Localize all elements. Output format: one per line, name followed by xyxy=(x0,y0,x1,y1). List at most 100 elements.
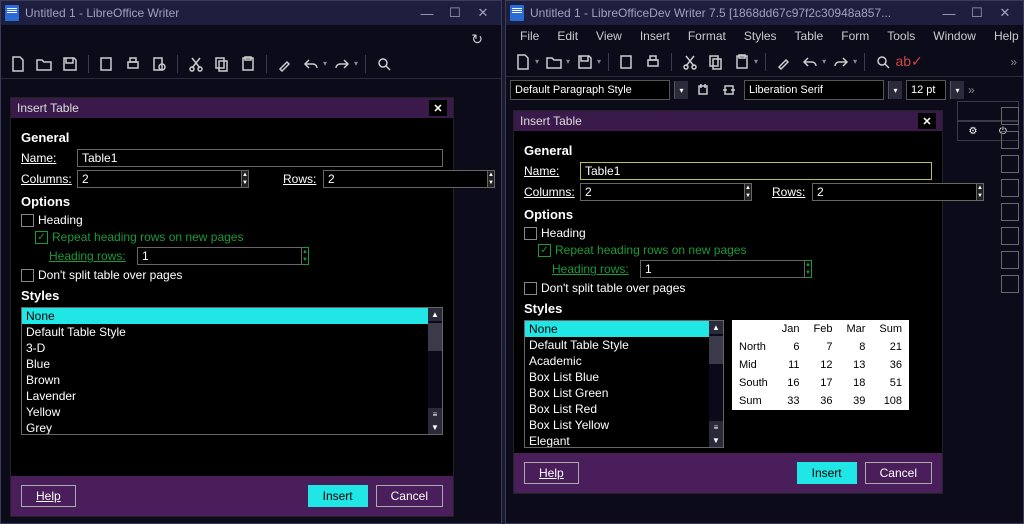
chevron-down-icon[interactable]: ▾ xyxy=(950,81,964,99)
open-icon[interactable] xyxy=(33,53,55,75)
repeat-checkbox[interactable] xyxy=(35,231,48,244)
export-pdf-icon[interactable] xyxy=(96,53,118,75)
insert-button[interactable]: Insert xyxy=(797,462,857,484)
nosplit-checkbox[interactable] xyxy=(524,282,537,295)
heading-rows-spinner[interactable]: ▲▼ xyxy=(805,260,812,278)
scroll-grip-icon[interactable]: ≡ xyxy=(428,408,442,421)
list-item[interactable]: None xyxy=(22,308,428,324)
heading-rows-input[interactable] xyxy=(137,247,302,265)
styles-listbox-left[interactable]: None Default Table Style 3-D Blue Brown … xyxy=(21,307,443,435)
columns-input[interactable] xyxy=(77,170,242,188)
undo-icon[interactable] xyxy=(799,51,821,73)
copy-icon[interactable] xyxy=(211,53,233,75)
menu-format[interactable]: Format xyxy=(680,27,734,45)
help-button[interactable]: Help xyxy=(524,462,579,484)
list-item[interactable]: Yellow xyxy=(22,404,428,420)
find-icon[interactable] xyxy=(373,53,395,75)
rows-spinner[interactable]: ▲▼ xyxy=(977,183,984,201)
open-icon[interactable] xyxy=(543,51,565,73)
menu-file[interactable]: File xyxy=(512,27,547,45)
columns-spinner[interactable]: ▲▼ xyxy=(745,183,752,201)
scroll-grip-icon[interactable]: ≡ xyxy=(709,421,723,434)
list-item[interactable]: Box List Green xyxy=(525,385,709,401)
scroll-down-icon[interactable]: ▼ xyxy=(709,434,723,447)
new-style-icon[interactable] xyxy=(718,79,740,101)
list-item[interactable]: 3-D xyxy=(22,340,428,356)
format-paintbrush-icon[interactable] xyxy=(773,51,795,73)
menu-form[interactable]: Form xyxy=(833,27,877,45)
sidebar-navigator-icon[interactable] xyxy=(1001,179,1019,197)
insert-button[interactable]: Insert xyxy=(308,485,368,507)
print-preview-icon[interactable] xyxy=(148,53,170,75)
save-icon[interactable] xyxy=(574,51,596,73)
maximize-button[interactable]: ☐ xyxy=(441,2,469,24)
list-item[interactable]: Grey xyxy=(22,420,428,434)
undo-dropdown-icon[interactable]: ▾ xyxy=(323,59,327,68)
menu-styles[interactable]: Styles xyxy=(736,27,785,45)
undo-icon[interactable] xyxy=(300,53,322,75)
rows-input[interactable] xyxy=(812,183,977,201)
chevron-down-icon[interactable]: ▾ xyxy=(888,81,902,99)
list-item[interactable]: None xyxy=(525,321,709,337)
menu-view[interactable]: View xyxy=(588,27,630,45)
find-icon[interactable] xyxy=(872,51,894,73)
toolbar-overflow-icon[interactable]: » xyxy=(1010,55,1017,69)
new-doc-icon[interactable] xyxy=(512,51,534,73)
chevron-down-icon[interactable]: ▾ xyxy=(535,57,539,66)
styles-listbox-right[interactable]: None Default Table Style Academic Box Li… xyxy=(524,320,724,448)
maximize-button[interactable]: ☐ xyxy=(963,2,991,24)
paragraph-style-combo[interactable]: Default Paragraph Style xyxy=(510,80,670,100)
columns-spinner[interactable]: ▲▼ xyxy=(242,170,249,188)
cancel-button[interactable]: Cancel xyxy=(865,462,932,484)
scrollbar[interactable]: ▲≡▼ xyxy=(428,308,442,434)
heading-checkbox[interactable] xyxy=(21,214,34,227)
sidebar-styles-icon[interactable] xyxy=(1001,131,1019,149)
chevron-down-icon[interactable]: ▾ xyxy=(597,57,601,66)
help-button[interactable]: Help xyxy=(21,485,76,507)
minimize-button[interactable]: — xyxy=(413,2,441,24)
chevron-down-icon[interactable]: ▾ xyxy=(822,57,826,66)
list-item[interactable]: Box List Red xyxy=(525,401,709,417)
sidebar-inspector-icon[interactable] xyxy=(1001,227,1019,245)
list-item[interactable]: Box List Yellow xyxy=(525,417,709,433)
scroll-up-icon[interactable]: ▲ xyxy=(428,308,442,321)
chevron-down-icon[interactable]: ▾ xyxy=(853,57,857,66)
save-icon[interactable] xyxy=(59,53,81,75)
sidebar-properties-icon[interactable] xyxy=(1001,107,1019,125)
format-paintbrush-icon[interactable] xyxy=(274,53,296,75)
menu-insert[interactable]: Insert xyxy=(632,27,678,45)
new-doc-icon[interactable] xyxy=(7,53,29,75)
cut-icon[interactable] xyxy=(679,51,701,73)
refresh-icon[interactable]: ↻ xyxy=(471,31,483,48)
print-icon[interactable] xyxy=(122,53,144,75)
list-item[interactable]: Academic xyxy=(525,353,709,369)
sidebar-page-icon[interactable] xyxy=(1001,203,1019,221)
scroll-thumb[interactable] xyxy=(428,323,442,351)
cancel-button[interactable]: Cancel xyxy=(376,485,443,507)
heading-checkbox[interactable] xyxy=(524,227,537,240)
spellcheck-icon[interactable]: ab✓ xyxy=(898,51,920,73)
menu-edit[interactable]: Edit xyxy=(549,27,586,45)
toolbar-overflow-icon[interactable]: » xyxy=(968,83,975,97)
close-window-button[interactable]: ✕ xyxy=(991,2,1019,24)
paste-icon[interactable] xyxy=(237,53,259,75)
list-item[interactable]: Blue xyxy=(22,356,428,372)
update-style-icon[interactable] xyxy=(692,79,714,101)
list-item[interactable]: Elegant xyxy=(525,433,709,447)
nosplit-checkbox[interactable] xyxy=(21,269,34,282)
menu-table[interactable]: Table xyxy=(787,27,832,45)
list-item[interactable]: Default Table Style xyxy=(525,337,709,353)
sidebar-accessibility-icon[interactable] xyxy=(1001,275,1019,293)
sidebar-toggle-icon[interactable]: ⚙ xyxy=(958,126,988,137)
scroll-up-icon[interactable]: ▲ xyxy=(709,321,723,334)
chevron-down-icon[interactable]: ▾ xyxy=(674,81,688,99)
list-item[interactable]: Box List Blue xyxy=(525,369,709,385)
name-input[interactable] xyxy=(580,162,932,180)
close-icon[interactable]: ✕ xyxy=(429,100,447,116)
close-icon[interactable]: ✕ xyxy=(918,113,936,129)
sidebar-manage-changes-icon[interactable] xyxy=(1001,251,1019,269)
redo-icon[interactable] xyxy=(331,53,353,75)
rows-spinner[interactable]: ▲▼ xyxy=(488,170,495,188)
sidebar-gallery-icon[interactable] xyxy=(1001,155,1019,173)
menu-window[interactable]: Window xyxy=(925,27,984,45)
